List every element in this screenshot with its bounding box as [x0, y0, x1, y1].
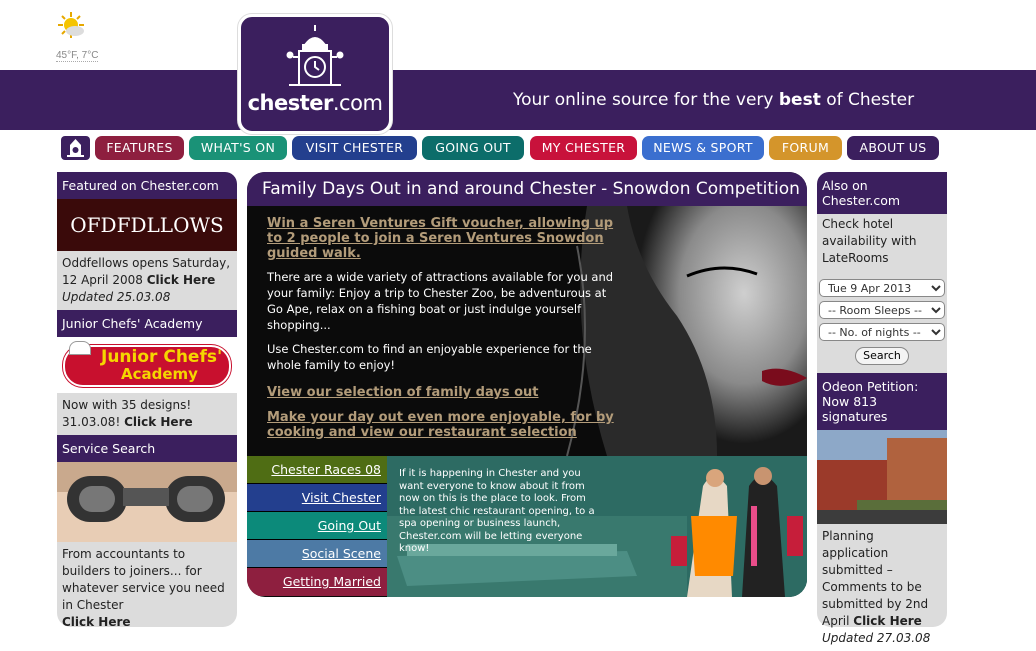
tab-news-sport[interactable]: NEWS & SPORT	[642, 136, 764, 160]
featured-click-here[interactable]: Click Here	[147, 273, 216, 287]
junior-logo-line2: Academy	[121, 365, 198, 383]
service-search-image[interactable]	[57, 462, 237, 542]
tab-visit-chester[interactable]: VISIT CHESTER	[292, 136, 417, 160]
logo-text: chester.com	[247, 91, 383, 115]
tab-whats-on[interactable]: WHAT'S ON	[189, 136, 287, 160]
main-nav: FEATURES WHAT'S ON VISIT CHESTER GOING O…	[57, 135, 947, 163]
tagline: Your online source for the very best of …	[513, 90, 915, 110]
link-going-out[interactable]: Going Out	[247, 512, 387, 540]
junior-text: Now with 35 designs! 31.03.08! Click Her…	[62, 398, 193, 429]
service-header: Service Search	[57, 435, 237, 462]
home-button[interactable]	[61, 136, 90, 160]
search-button[interactable]: Search	[855, 347, 909, 365]
hero-para-1: There are a wide variety of attractions …	[267, 270, 614, 332]
service-text: From accountants to builders to joiners.…	[62, 547, 225, 629]
room-sleeps-select[interactable]: -- Room Sleeps --	[819, 301, 945, 319]
promo-panel: If it is happening in Chester and you wa…	[387, 456, 807, 597]
junior-header: Junior Chefs' Academy	[57, 310, 237, 337]
nights-select[interactable]: -- No. of nights --	[819, 323, 945, 341]
partly-cloudy-icon	[58, 12, 84, 38]
snowdon-competition-link[interactable]: Win a Seren Ventures Gift voucher, allow…	[267, 216, 622, 261]
service-click-here[interactable]: Click Here	[62, 615, 131, 629]
tab-going-out[interactable]: GOING OUT	[422, 136, 524, 160]
main-feature: Family Days Out in and around Chester - …	[247, 172, 807, 597]
laterooms-text: Check hotel availability with LateRooms	[822, 217, 917, 265]
right-sidebar: Also on Chester.com Check hotel availabi…	[817, 172, 947, 645]
featured-text: Oddfellows opens Saturday, 12 April 2008…	[62, 256, 231, 304]
odeon-click-here[interactable]: Click Here	[853, 614, 922, 628]
quick-links: Chester Races 08 Visit Chester Going Out…	[247, 456, 387, 597]
junior-click-here[interactable]: Click Here	[124, 415, 193, 429]
tab-my-chester[interactable]: MY CHESTER	[530, 136, 637, 160]
date-select[interactable]: Tue 9 Apr 2013	[819, 279, 945, 297]
site-logo[interactable]: chester.com	[238, 14, 392, 134]
clock-tower-icon	[286, 25, 344, 86]
odeon-updated: Updated 27.03.08	[822, 631, 931, 645]
family-days-link[interactable]: View our selection of family days out	[267, 385, 622, 400]
oddfellows-banner[interactable]: OFDFDLLOWS	[57, 199, 237, 251]
odeon-header: Odeon Petition: Now 813 signatures	[817, 373, 947, 430]
hero-para-2: Use Chester.com to find an enjoyable exp…	[267, 342, 592, 372]
main-title: Family Days Out in and around Chester - …	[247, 172, 807, 206]
junior-chefs-logo[interactable]: Junior Chefs' Academy	[57, 337, 237, 393]
oddfellows-logo-text: OFDFDLLOWS	[70, 213, 224, 237]
link-getting-married[interactable]: Getting Married	[247, 568, 387, 596]
tab-about-us[interactable]: ABOUT US	[847, 136, 939, 160]
left-sidebar: Featured on Chester.com OFDFDLLOWS Oddfe…	[57, 172, 237, 629]
hero-text: Win a Seren Ventures Gift voucher, allow…	[267, 216, 622, 440]
odeon-photo[interactable]	[817, 430, 947, 524]
link-visit-chester[interactable]: Visit Chester	[247, 484, 387, 512]
hero-panel: Win a Seren Ventures Gift voucher, allow…	[247, 206, 807, 456]
link-social-scene[interactable]: Social Scene	[247, 540, 387, 568]
restaurant-link[interactable]: Make your day out even more enjoyable, f…	[267, 410, 622, 440]
town-hall-icon	[67, 139, 84, 157]
also-header: Also on Chester.com	[817, 172, 947, 214]
promo-text: If it is happening in Chester and you wa…	[399, 468, 595, 554]
featured-header: Featured on Chester.com	[57, 172, 237, 199]
link-chester-races[interactable]: Chester Races 08	[247, 456, 387, 484]
tab-forum[interactable]: FORUM	[769, 136, 842, 160]
featured-updated: Updated 25.03.08	[62, 290, 171, 304]
junior-logo-line1: Junior Chefs'	[101, 347, 223, 367]
weather-widget: 45°F, 7°C	[56, 10, 136, 63]
tab-features[interactable]: FEATURES	[95, 136, 184, 160]
weather-temp: 45°F, 7°C	[56, 50, 99, 62]
